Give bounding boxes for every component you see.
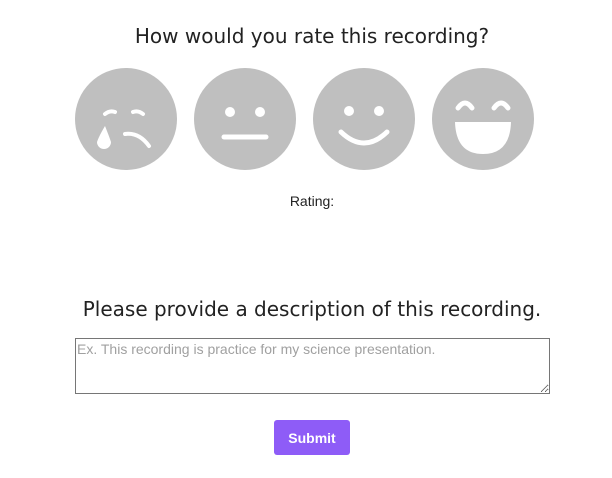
rating-faces — [75, 68, 535, 170]
submit-button[interactable]: Submit — [274, 420, 350, 455]
description-heading: Please provide a description of this rec… — [82, 297, 542, 321]
description-input[interactable] — [75, 338, 550, 394]
grinning-face-icon[interactable] — [432, 68, 534, 170]
rating-label: Rating: — [289, 193, 335, 209]
rating-prompt: How would you rate this recording? — [134, 24, 490, 48]
neutral-face-icon[interactable] — [194, 68, 296, 170]
crying-face-icon[interactable] — [75, 68, 177, 170]
smiling-face-icon[interactable] — [313, 68, 415, 170]
